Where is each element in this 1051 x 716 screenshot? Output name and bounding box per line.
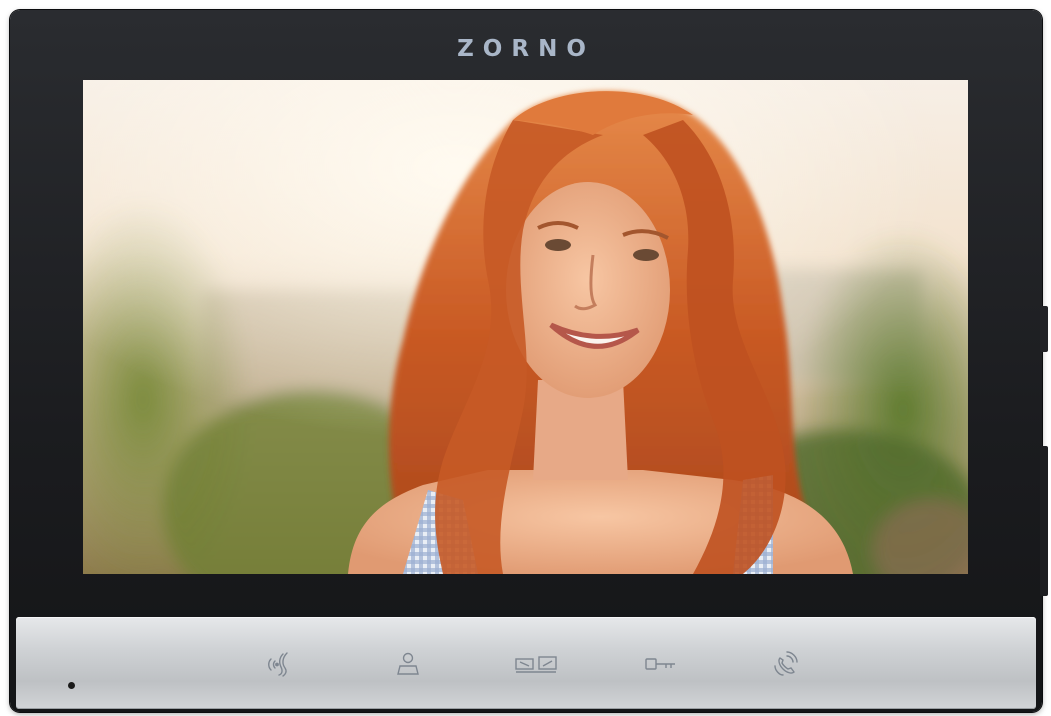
side-button-lower[interactable]	[1040, 446, 1048, 596]
intercom-monitor: ZORNO	[10, 10, 1042, 712]
talk-button[interactable]	[260, 647, 300, 681]
key-icon	[645, 658, 675, 670]
brand-logo: ZORNO	[457, 36, 595, 62]
control-panel	[16, 617, 1036, 709]
unlock-button[interactable]	[638, 647, 684, 681]
speaker-wave-icon	[268, 652, 288, 677]
monitor-button[interactable]	[388, 647, 428, 681]
phone-ring-icon	[774, 651, 798, 676]
camera-image	[83, 80, 968, 574]
side-button-upper[interactable]	[1040, 306, 1048, 352]
microphone-hole	[68, 682, 75, 689]
call-button[interactable]	[766, 647, 806, 681]
gate-icon	[515, 656, 557, 673]
video-screen	[83, 80, 968, 574]
gate-button[interactable]	[508, 647, 564, 681]
person-icon	[397, 652, 419, 675]
